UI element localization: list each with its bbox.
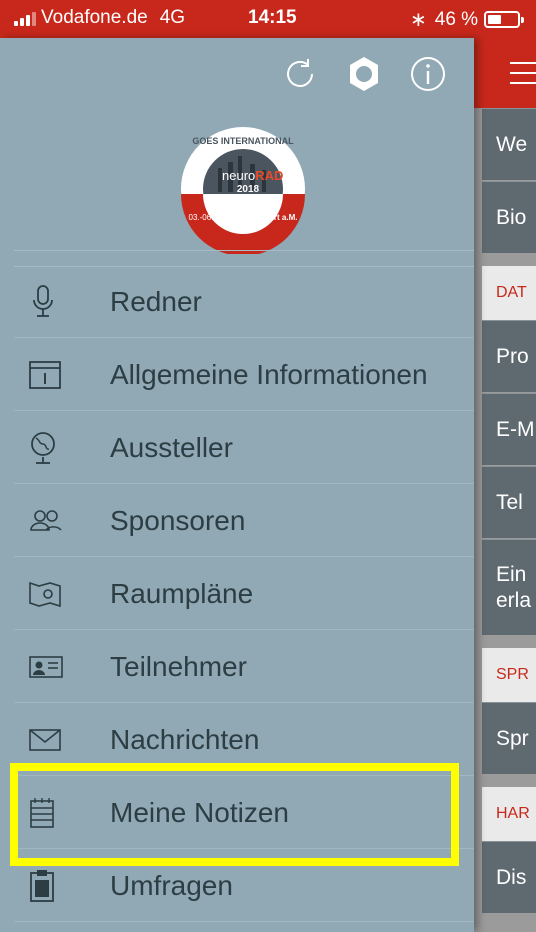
network-label: 4G (159, 7, 186, 28)
section-header: SPR (482, 648, 536, 702)
globe-icon (28, 428, 78, 468)
menu-item-aussteller[interactable]: Aussteller (14, 412, 474, 484)
hamburger-menu-icon[interactable] (510, 62, 536, 92)
menu-item-label: Sponsoren (110, 504, 246, 536)
content-row[interactable]: Tel (482, 466, 536, 538)
envelope-icon (28, 720, 78, 760)
gear-icon[interactable] (342, 52, 386, 96)
microphone-icon (28, 282, 78, 322)
status-bar: Vodafone.de 4G 14:15 ∗ 46 % (0, 0, 536, 38)
event-logo: GOES INTERNATIONAL neuroRAD 2018 03.-06.… (181, 127, 305, 254)
status-left: Vodafone.de 4G (14, 7, 185, 29)
logo-dates: 03.-06.10.2018 (189, 213, 243, 222)
content-row[interactable]: E-M (482, 393, 536, 465)
menu-item-label: Raumpläne (110, 577, 254, 609)
content-row[interactable]: Dis (482, 841, 536, 913)
svg-text:03.-06.10.2018 Frankfurt a.M.: 03.-06.10.2018 Frankfurt a.M. (189, 213, 298, 222)
battery-icon (484, 11, 525, 28)
content-row[interactable]: We (482, 108, 536, 180)
menu-item-teilnehmer[interactable]: Teilnehmer (14, 631, 474, 703)
menu-item-label: Teilnehmer (110, 650, 247, 682)
carrier-label: Vodafone.de (41, 7, 148, 28)
section-header: HAR (482, 787, 536, 841)
clock: 14:15 (248, 7, 297, 28)
highlight-box (10, 763, 459, 866)
logo-arc-text: GOES INTERNATIONAL (192, 136, 294, 146)
menu-item-raumpläne[interactable]: Raumpläne (14, 558, 474, 630)
menu-item-sponsoren[interactable]: Sponsoren (14, 485, 474, 557)
logo-name-part2: RAD (255, 168, 283, 183)
menu-item-label: Nachrichten (110, 723, 260, 755)
map-pin-icon (28, 574, 78, 614)
content-row[interactable]: Ein erla (482, 539, 536, 635)
drawer-toolbar (278, 52, 450, 96)
menu-item-allgemeine-informationen[interactable]: Allgemeine Informationen (14, 339, 474, 411)
bluetooth-icon: ∗ (410, 9, 427, 31)
menu-item-label: Allgemeine Informationen (110, 358, 428, 390)
main-content: We Bio DAT Pro E-M Tel Ein erla SPR Spr HAR Dis (472, 38, 536, 932)
battery-percent: 46 % (434, 8, 479, 30)
id-card-icon (28, 647, 78, 687)
people-icon (28, 501, 78, 541)
info-icon[interactable] (406, 52, 450, 96)
signal-icon (14, 10, 36, 26)
menu-item-redner[interactable]: Redner (14, 266, 474, 338)
logo-name-part1: neuro (222, 168, 255, 183)
menu-item-label: Aussteller (110, 431, 233, 463)
section-header: DAT (482, 266, 536, 320)
clipboard-icon (28, 866, 78, 906)
refresh-icon[interactable] (278, 52, 322, 96)
menu-item-label: Umfragen (110, 869, 233, 901)
divider (14, 250, 474, 251)
logo-city: Frankfurt a.M. (245, 213, 298, 222)
info-box-icon (28, 355, 78, 395)
content-row[interactable]: Pro (482, 320, 536, 392)
logo-year: 2018 (237, 184, 260, 195)
status-right: ∗ 46 % (410, 7, 525, 32)
main-header (472, 38, 536, 108)
svg-text:neuroRAD: neuroRAD (222, 168, 283, 183)
menu-item-label: Redner (110, 285, 202, 317)
content-row[interactable]: Bio (482, 181, 536, 253)
content-row[interactable]: Spr (482, 702, 536, 774)
